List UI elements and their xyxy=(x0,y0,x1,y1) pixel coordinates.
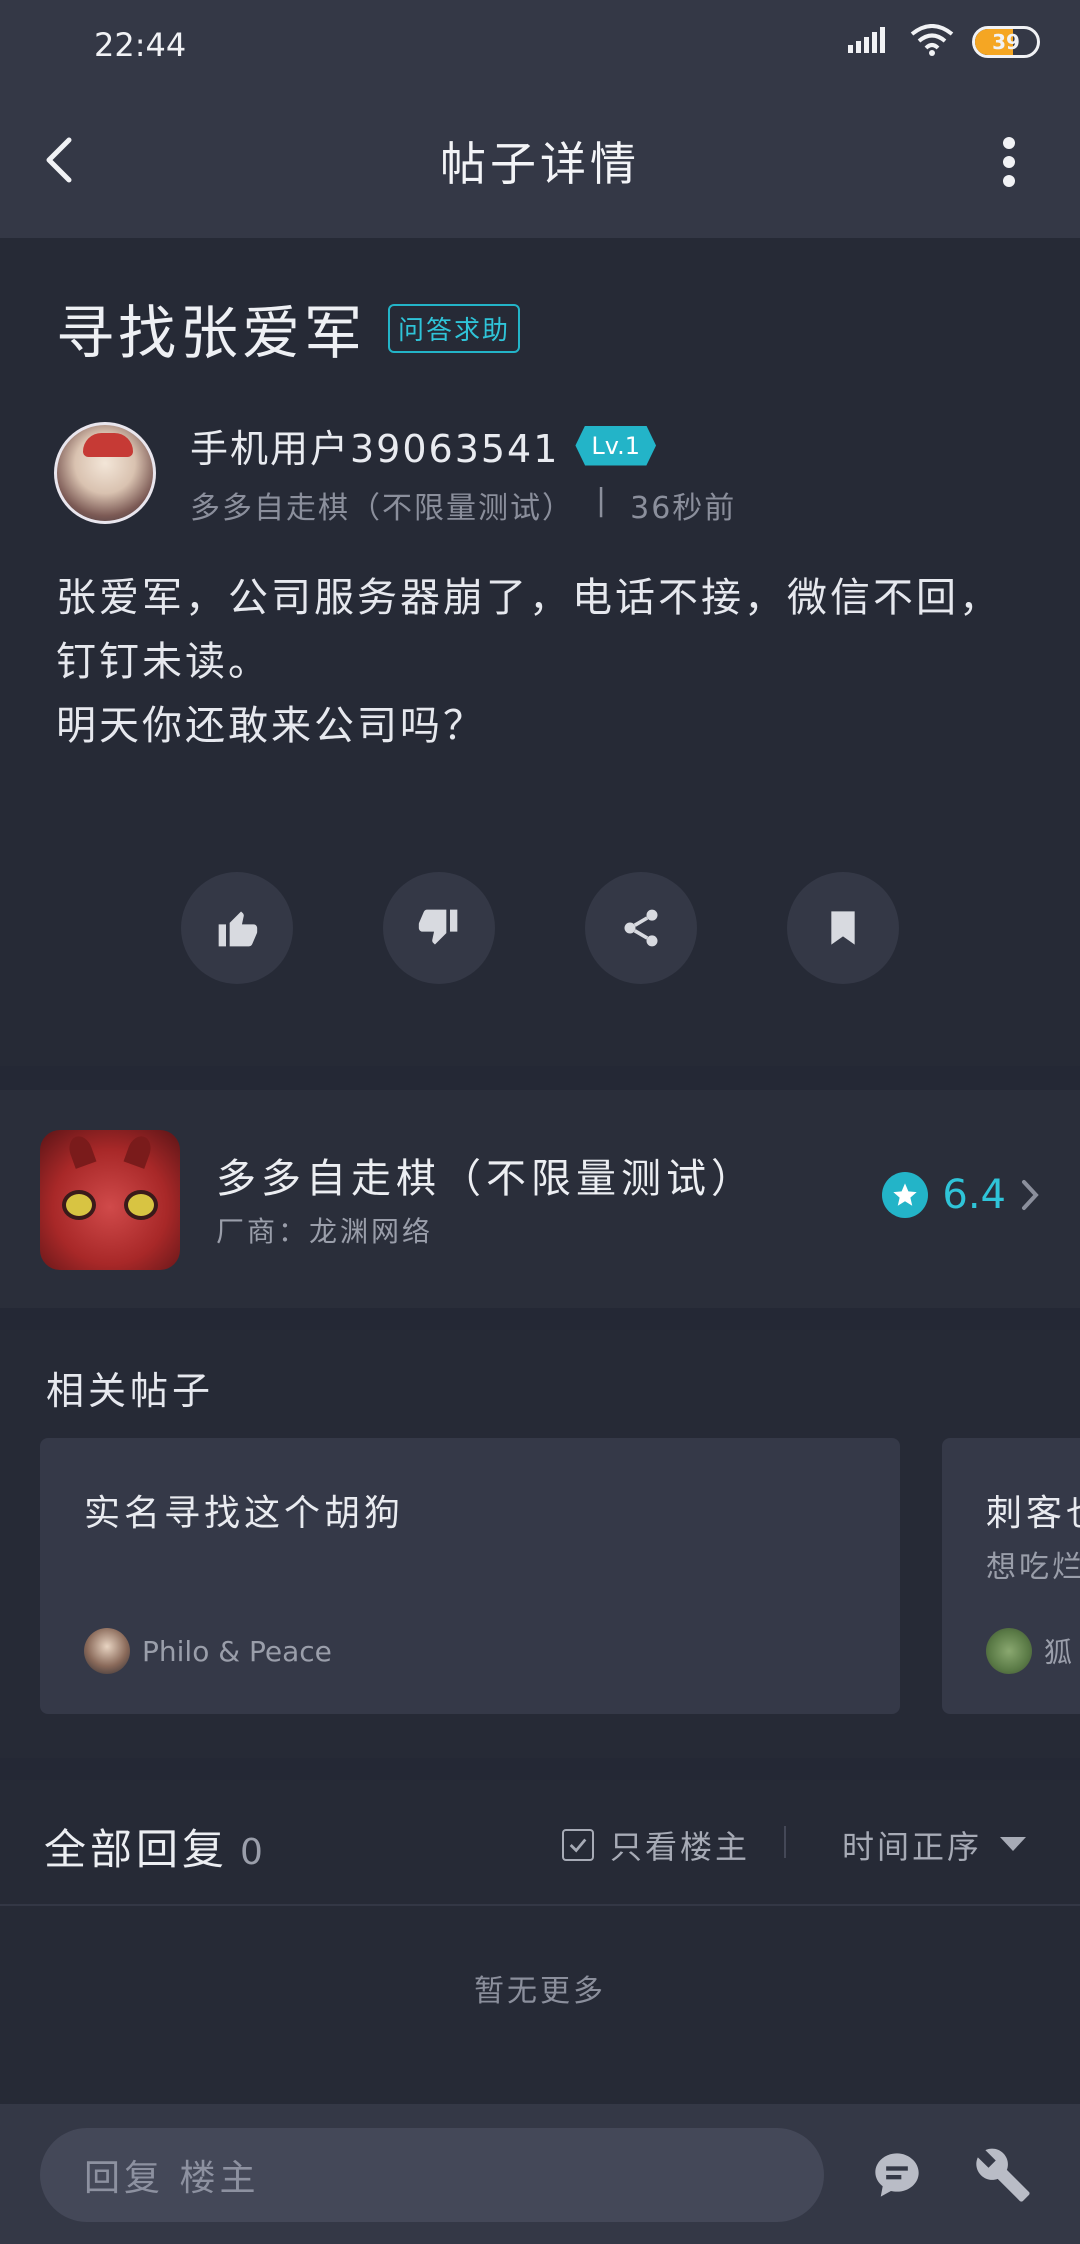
status-time: 22:44 xyxy=(94,26,187,64)
replies-title-text: 全部回复 xyxy=(44,1825,229,1874)
dislike-button[interactable] xyxy=(383,872,495,984)
replies-count: 0 xyxy=(240,1832,267,1873)
more-button[interactable] xyxy=(994,132,1024,192)
related-card-user: Philo & Peace xyxy=(84,1628,332,1674)
author-game: 多多自走棋（不限量测试） xyxy=(190,491,574,526)
sort-label: 时间正序 xyxy=(842,1828,983,1866)
related-title: 相关帖子 xyxy=(46,1369,215,1413)
post-title: 寻找张爱军 xyxy=(56,299,367,367)
replies-header: 全部回复 0 只看楼主 时间正序 xyxy=(0,1780,1080,1906)
post-card: 寻找张爱军 问答求助 手机用户39063541 Lv.1 多多自走棋（不限量测试… xyxy=(0,238,1080,1066)
check-icon[interactable] xyxy=(562,1829,594,1861)
author-row[interactable]: 手机用户39063541 Lv.1 多多自走棋（不限量测试） | 36秒前 xyxy=(54,418,736,527)
reply-input[interactable]: 回复 楼主 xyxy=(40,2128,824,2222)
post-body-line: 张爱军，公司服务器崩了，电话不接，微信不回， xyxy=(56,575,1002,621)
related-posts: 相关帖子 实名寻找这个胡狗 Philo & Peace 刺客也 想吃烂 狐 xyxy=(0,1330,1080,1758)
comment-icon xyxy=(875,2153,919,2197)
share-icon xyxy=(624,909,658,947)
avatar xyxy=(84,1628,130,1674)
post-detail-page: 22:44 39 帖子详情 寻找张爱军 问答求助 手机用户39063541 Lv… xyxy=(0,0,1080,2244)
related-card-username: 狐 xyxy=(1044,1636,1073,1669)
rating-value: 6.4 xyxy=(942,1172,1006,1218)
bookmark-button[interactable] xyxy=(787,872,899,984)
avatar[interactable] xyxy=(54,421,156,524)
only-op-label: 只看楼主 xyxy=(610,1828,751,1866)
star-icon xyxy=(882,1172,929,1218)
game-icon[interactable] xyxy=(40,1130,180,1270)
wrench-icon xyxy=(976,2148,1030,2202)
comment-button[interactable] xyxy=(860,2138,934,2212)
page-title: 帖子详情 xyxy=(440,137,640,191)
battery-level: 39 xyxy=(992,30,1020,54)
related-card-subtitle: 想吃烂 xyxy=(986,1550,1080,1585)
game-rating[interactable]: 6.4 xyxy=(882,1172,1040,1218)
thumbs-up-icon xyxy=(218,911,258,947)
wifi-icon xyxy=(910,24,954,60)
related-card-username: Philo & Peace xyxy=(142,1634,332,1668)
post-actions xyxy=(0,872,1080,984)
share-button[interactable] xyxy=(585,872,697,984)
related-card[interactable]: 刺客也 想吃烂 狐 xyxy=(942,1438,1080,1714)
post-body-line: 明天你还敢来公司吗？ xyxy=(56,703,486,749)
caret-down-icon xyxy=(1000,1837,1027,1851)
only-op-toggle[interactable]: 只看楼主 xyxy=(562,1822,750,1868)
post-title-row: 寻找张爱军 问答求助 xyxy=(56,286,521,370)
avatar xyxy=(986,1628,1032,1674)
level-badge: Lv.1 xyxy=(575,425,657,466)
author-meta: 多多自走棋（不限量测试） | 36秒前 xyxy=(190,483,736,527)
replies-section: 全部回复 0 只看楼主 时间正序 暂无更多 xyxy=(0,1780,1080,2104)
related-card-title: 实名寻找这个胡狗 xyxy=(84,1493,405,1534)
sort-dropdown[interactable]: 时间正序 xyxy=(842,1822,1027,1868)
signal-icon xyxy=(848,25,892,59)
replies-title: 全部回复 0 xyxy=(44,1816,267,1877)
game-card[interactable]: 多多自走棋（不限量测试） 厂商：龙渊网络 6.4 xyxy=(0,1090,1080,1308)
like-button[interactable] xyxy=(181,872,293,984)
related-card[interactable]: 实名寻找这个胡狗 Philo & Peace xyxy=(40,1438,900,1714)
post-tag[interactable]: 问答求助 xyxy=(388,303,521,353)
bookmark-icon xyxy=(831,911,855,945)
game-name[interactable]: 多多自走棋（不限量测试） xyxy=(216,1146,756,1204)
thumbs-down-icon xyxy=(418,909,458,945)
post-body: 张爱军，公司服务器崩了，电话不接，微信不回， 钉钉未读。 明天你还敢来公司吗？ xyxy=(56,566,1036,758)
empty-state: 暂无更多 xyxy=(474,1974,606,2009)
bottom-bar: 回复 楼主 xyxy=(0,2104,1080,2244)
tool-button[interactable] xyxy=(966,2138,1040,2212)
related-card-user: 狐 xyxy=(986,1628,1072,1674)
related-card-title: 刺客也 xyxy=(986,1493,1080,1534)
status-icons: 39 xyxy=(848,24,1040,60)
top-bar: 22:44 39 帖子详情 xyxy=(0,0,1080,238)
game-vendor: 厂商：龙渊网络 xyxy=(216,1215,434,1248)
author-info: 手机用户39063541 Lv.1 多多自走棋（不限量测试） | 36秒前 xyxy=(190,418,736,527)
divider xyxy=(784,1826,786,1858)
post-body-line: 钉钉未读。 xyxy=(56,639,271,685)
post-time: 36秒前 xyxy=(630,491,737,526)
battery-icon: 39 xyxy=(972,26,1040,58)
meta-separator: | xyxy=(596,483,609,518)
author-name[interactable]: 手机用户39063541 xyxy=(190,418,559,473)
more-vertical-icon xyxy=(1003,137,1015,187)
chevron-right-icon xyxy=(1022,1180,1039,1210)
